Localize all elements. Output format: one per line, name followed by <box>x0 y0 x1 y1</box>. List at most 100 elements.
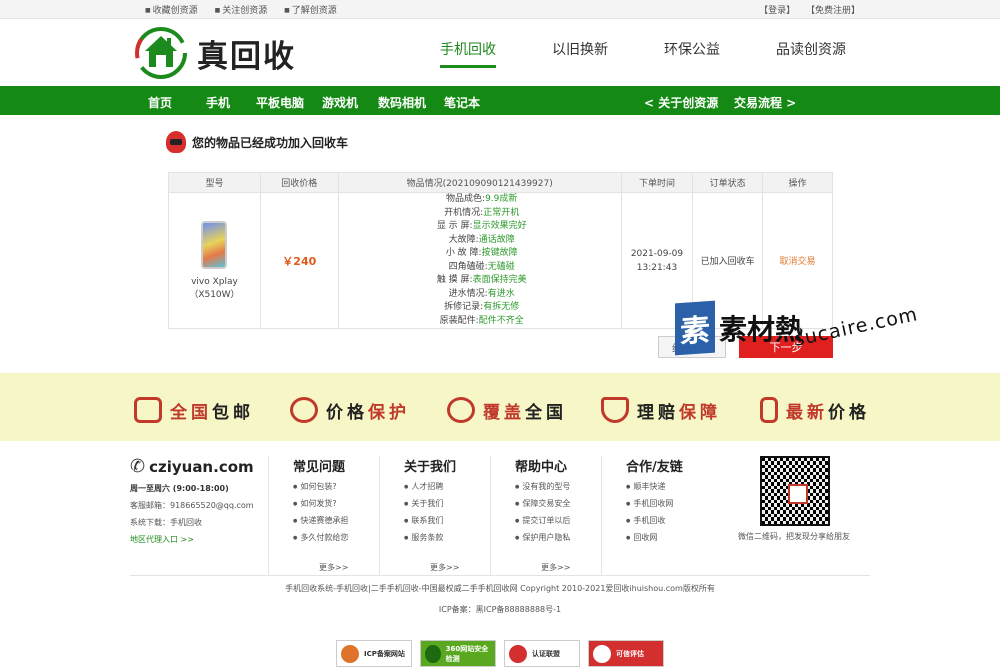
condition-line: 触 摸 屏:表面保持完美 <box>436 275 527 285</box>
cat-tablet[interactable]: 平板电脑 <box>256 94 304 111</box>
copyright: 手机回收系统-手机回收|二手手机回收-中国最权威二手手机回收网 Copyrigh… <box>285 584 715 593</box>
seal-icon <box>341 644 359 663</box>
service-email: 客服邮箱：918665520@qq.com <box>130 501 254 510</box>
phone-image <box>201 221 228 269</box>
list-item[interactable]: 保护用户隐私 <box>515 532 598 549</box>
col-model: 型号 <box>168 172 261 193</box>
col-action: 操作 <box>762 172 833 193</box>
clock-icon <box>290 397 318 423</box>
cancel-trade-link[interactable]: 取消交易 <box>780 257 816 267</box>
phone-icon: ✆ <box>130 456 146 477</box>
continue-button[interactable]: 继续回收 <box>658 336 726 358</box>
condition-line: 拆修记录:有拆无修 <box>444 302 520 312</box>
login-link[interactable]: 【登录】 <box>759 6 795 16</box>
cert-trust[interactable]: 可信评估 <box>588 640 664 667</box>
condition-line: 原装配件:配件不齐全 <box>439 315 524 326</box>
logo-text: 真回收 <box>197 38 296 75</box>
list-item[interactable]: 联系我们 <box>404 515 487 532</box>
list-item[interactable]: 顺丰快递 <box>626 481 709 498</box>
condition-line: 小 故 障:按键故障 <box>445 248 518 258</box>
site-header: 真回收 手机回收 以旧换新 环保公益 品读创资源 <box>0 19 1000 85</box>
follow-link[interactable]: 关注创资源 <box>215 6 268 16</box>
list-item[interactable]: 没有我的型号 <box>515 481 598 498</box>
condition-line: 物品成色:9.9成新 <box>446 194 518 204</box>
cert-icp[interactable]: ICP备案网站 <box>336 640 412 667</box>
agent-entry-link[interactable]: 地区代理入口 >> <box>130 534 254 545</box>
list-item[interactable]: 多久付款给您 <box>293 532 376 549</box>
cat-console[interactable]: 游戏机 <box>322 94 358 111</box>
benefit-coverage: 覆盖全国 <box>447 397 567 423</box>
system-download: 系统下载：手机回收 <box>130 518 202 527</box>
mascot-icon <box>166 131 186 153</box>
cart-title-text: 您的物品已经成功加入回收车 <box>192 135 349 150</box>
cart-title: 您的物品已经成功加入回收车 <box>166 131 348 153</box>
list-item[interactable]: 如何发货? <box>293 498 376 515</box>
list-item[interactable]: 保障交易安全 <box>515 498 598 515</box>
cat-phone[interactable]: 手机 <box>206 94 230 111</box>
list-item[interactable]: 人才招聘 <box>404 481 487 498</box>
footer-col-about: 关于我们 人才招聘 关于我们 联系我们 服务条款 更多>> <box>379 456 487 576</box>
cert-union[interactable]: 认证联盟 <box>504 640 580 667</box>
footer-divider <box>130 575 870 576</box>
nav-eco[interactable]: 环保公益 <box>664 39 720 68</box>
action-cell: 取消交易 <box>762 192 833 329</box>
more-link[interactable]: 更多>> <box>430 562 459 573</box>
cert-360[interactable]: 360网站安全检测 <box>420 640 496 667</box>
list-item[interactable]: 关于我们 <box>404 498 487 515</box>
list-item[interactable]: 服务条款 <box>404 532 487 549</box>
condition-line: 大故障:通话故障 <box>448 234 515 245</box>
cat-home[interactable]: 首页 <box>148 94 172 111</box>
cat-laptop[interactable]: 笔记本 <box>444 94 480 111</box>
cat-camera[interactable]: 数码相机 <box>378 94 426 111</box>
trade-flow-link[interactable]: 交易流程 > <box>734 94 796 111</box>
benefit-latest-price: 最新价格 <box>760 397 870 423</box>
register-link[interactable]: 【免费注册】 <box>806 6 860 16</box>
table-header-row: 型号 回收价格 物品情况(202109090121439927) 下单时间 订单… <box>168 172 833 193</box>
next-step-button[interactable]: 下一步 <box>739 336 833 358</box>
price-cell: ￥240 <box>259 192 339 329</box>
more-link[interactable]: 更多>> <box>541 562 570 573</box>
benefit-claims: 理赔保障 <box>601 397 721 423</box>
list-item[interactable]: 如何包装? <box>293 481 376 498</box>
list-item[interactable]: 快递赛德承担 <box>293 515 376 532</box>
globe-icon <box>447 397 475 423</box>
service-hours: 周一至周六 (9:00-18:00) <box>130 484 229 493</box>
list-item[interactable]: 手机回收网 <box>626 498 709 515</box>
nav-read[interactable]: 品读创资源 <box>776 39 846 68</box>
about-link[interactable]: 了解创资源 <box>284 6 337 16</box>
condition-line: 开机情况:正常开机 <box>444 207 520 218</box>
top-bar: 收藏创资源 关注创资源 了解创资源 【登录】 【免费注册】 <box>0 0 1000 19</box>
more-link[interactable]: 更多>> <box>319 562 348 573</box>
nav-trade-in[interactable]: 以旧换新 <box>552 39 608 68</box>
footer-col-faq: 常见问题 如何包装? 如何发货? 快递赛德承担 多久付款给您 更多>> <box>268 456 376 576</box>
auth-links: 【登录】 【免费注册】 <box>751 3 860 16</box>
category-nav: 首页 手机 平板电脑 游戏机 数码相机 笔记本 < 关于创资源 交易流程 > <box>0 86 1000 115</box>
list-item[interactable]: 回收网 <box>626 532 709 549</box>
list-item[interactable]: 提交订单以后 <box>515 515 598 532</box>
about-site-link[interactable]: < 关于创资源 <box>644 94 718 111</box>
shield-icon <box>601 397 629 423</box>
seal-icon <box>593 644 611 663</box>
truck-icon <box>134 397 162 423</box>
col-status: 订单状态 <box>692 172 764 193</box>
wechat-qr-code <box>760 456 830 526</box>
footer-col-help: 帮助中心 没有我的型号 保障交易安全 提交订单以后 保护用户隐私 更多>> <box>490 456 598 576</box>
cert-badges: ICP备案网站 360网站安全检测 认证联盟 可信评估 <box>0 640 1000 667</box>
table-row: vivo Xplay（X510W） ￥240 物品成色:9.9成新 开机情况:正… <box>168 192 833 329</box>
bookmark-link[interactable]: 收藏创资源 <box>145 6 198 16</box>
model-name: vivo Xplay（X510W） <box>189 277 240 300</box>
order-status: 已加入回收车 <box>700 257 755 267</box>
seal-icon <box>509 644 527 663</box>
qr-caption: 微信二维码，把发现分享给朋友 <box>738 532 850 541</box>
list-item[interactable]: 手机回收 <box>626 515 709 532</box>
top-links: 收藏创资源 关注创资源 了解创资源 <box>145 3 351 16</box>
nav-phone-recycle[interactable]: 手机回收 <box>440 39 496 68</box>
time-cell: 2021-09-09 13:21:43 <box>620 192 694 329</box>
col-condition: 物品情况(202109090121439927) <box>337 172 622 193</box>
site-logo[interactable]: 真回收 <box>135 27 296 79</box>
price-value: ￥240 <box>282 254 317 268</box>
order-time: 13:21:43 <box>636 262 678 273</box>
house-logo-icon <box>135 27 187 79</box>
condition-cell: 物品成色:9.9成新 开机情况:正常开机 显 示 屏:显示效果完好 大故障:通话… <box>337 192 622 329</box>
footer-col-partners: 合作/友链 顺丰快递 手机回收网 手机回收 回收网 <box>601 456 709 576</box>
